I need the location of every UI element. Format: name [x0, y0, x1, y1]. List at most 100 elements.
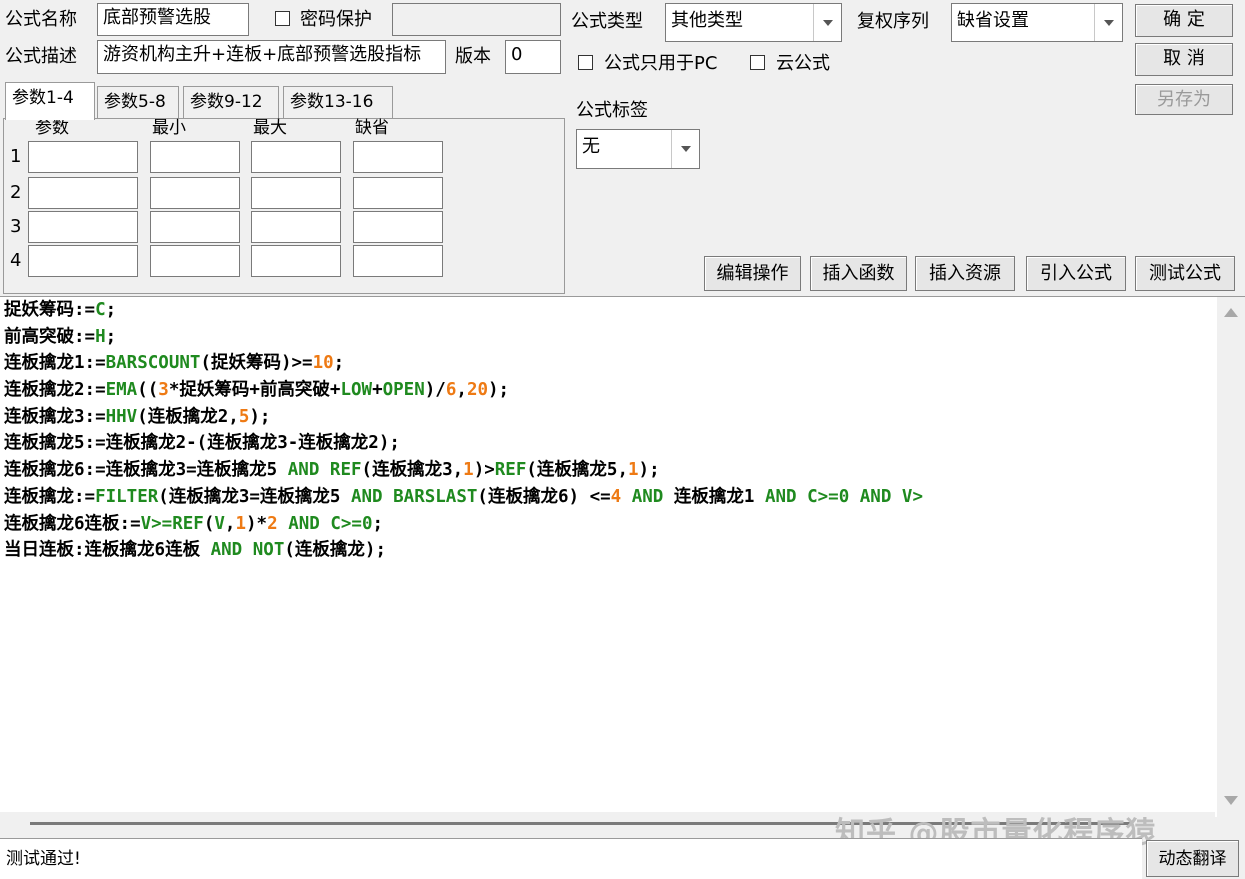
code-token: *捉妖筹码+前高突破+ [168, 380, 341, 401]
code-token: )* [246, 513, 268, 534]
code-token: AND C>=0 AND V> [764, 486, 923, 507]
param-4-min-input[interactable] [150, 245, 240, 277]
code-token: (连板擒龙); [284, 540, 386, 561]
code-token: (连板擒龙6) <= [477, 486, 611, 507]
code-line[interactable]: 连板擒龙2:=EMA((3*捉妖筹码+前高突破+LOW+OPEN)/6,20); [4, 377, 1212, 404]
formula-tag-value: 无 [582, 136, 600, 157]
param-3-name-input[interactable] [28, 211, 138, 243]
code-line[interactable]: 连板擒龙3:=HHV(连板擒龙2,5); [4, 404, 1212, 431]
password-input[interactable] [392, 3, 561, 36]
code-token: HHV [105, 406, 138, 427]
pc-only-label: 公式只用于PC [604, 53, 718, 74]
param-1-name-input[interactable] [28, 141, 138, 173]
pc-only-checkbox[interactable] [578, 55, 593, 70]
version-label: 版本 [455, 46, 491, 67]
vertical-scrollbar[interactable] [1217, 297, 1245, 817]
code-token: (连板擒龙3=连板擒龙5 [158, 486, 351, 507]
code-token: )/ [424, 380, 446, 401]
param-4-name-input[interactable] [28, 245, 138, 277]
code-token: , [456, 380, 467, 401]
code-token: 20 [466, 380, 489, 401]
tab-params-5-8[interactable]: 参数5-8 [97, 86, 179, 118]
cancel-button[interactable]: 取 消 [1135, 43, 1233, 76]
formula-name-input[interactable]: 底部预警选股 [97, 3, 249, 36]
code-token: )> [473, 460, 495, 481]
code-token: FILTER [95, 486, 159, 507]
tab-params-1-4[interactable]: 参数1-4 [5, 82, 95, 120]
code-token: ; [105, 326, 117, 347]
code-token: AND REF [287, 460, 362, 481]
dynamic-translate-button[interactable]: 动态翻译 [1146, 840, 1239, 877]
code-token: 连板擒龙:= [4, 486, 96, 507]
code-token: 1 [463, 460, 474, 481]
chevron-down-icon[interactable] [813, 4, 841, 41]
code-token: 连板擒龙6连板:= [4, 513, 141, 534]
code-line[interactable]: 连板擒龙6连板:=V>=REF(V,1)*2 AND C>=0; [4, 511, 1212, 538]
password-protect-checkbox[interactable] [275, 11, 290, 26]
formula-tag-label: 公式标签 [576, 100, 648, 121]
param-2-name-input[interactable] [28, 177, 138, 209]
code-token: 连板擒龙6:=连板擒龙3=连板擒龙5 [4, 460, 288, 481]
code-token: 10 [312, 353, 334, 374]
version-input[interactable]: 0 [505, 40, 561, 74]
scroll-down-arrow-icon[interactable] [1224, 796, 1238, 805]
code-token: ; [105, 300, 117, 320]
param-row-label: 4 [10, 250, 22, 271]
tab-params-9-12[interactable]: 参数9-12 [183, 86, 279, 118]
rights-series-value: 缺省设置 [957, 10, 1029, 31]
formula-type-select[interactable]: 其他类型 [665, 3, 842, 42]
import-formula-button[interactable]: 引入公式 [1026, 256, 1126, 291]
param-3-max-input[interactable] [251, 211, 341, 243]
param-2-min-input[interactable] [150, 177, 240, 209]
param-row-label: 3 [10, 216, 22, 237]
code-token: OPEN [382, 380, 425, 401]
param-2-default-input[interactable] [353, 177, 443, 209]
param-3-min-input[interactable] [150, 211, 240, 243]
code-token: , [224, 513, 236, 534]
cloud-formula-checkbox[interactable] [750, 55, 765, 70]
ok-button[interactable]: 确 定 [1135, 4, 1233, 37]
code-token: AND BARSLAST [350, 486, 478, 507]
scroll-up-arrow-icon[interactable] [1224, 308, 1238, 317]
rights-series-select[interactable]: 缺省设置 [951, 3, 1123, 42]
insert-resource-button[interactable]: 插入资源 [915, 256, 1015, 291]
param-2-max-input[interactable] [251, 177, 341, 209]
code-token: 1 [235, 513, 247, 534]
code-token: BARSCOUNT [105, 353, 201, 374]
code-token: 3 [158, 380, 169, 401]
code-token: LOW [340, 380, 373, 401]
code-text[interactable]: 捉妖筹码:=C; 前高突破:=H; 连板擒龙1:=BARSCOUNT(捉妖筹码)>=… [4, 297, 1212, 812]
code-line[interactable]: 捉妖筹码:=C; [4, 297, 1212, 324]
code-line[interactable]: 连板擒龙1:=BARSCOUNT(捉妖筹码)>=10; [4, 350, 1212, 377]
formula-desc-input[interactable]: 游资机构主升+连板+底部预警选股指标 [97, 40, 446, 74]
formula-tag-select[interactable]: 无 [576, 129, 700, 169]
formula-type-label: 公式类型 [571, 11, 643, 32]
code-token: 捉妖筹码:= [4, 300, 96, 320]
insert-function-button[interactable]: 插入函数 [810, 256, 907, 291]
chevron-down-icon[interactable] [1094, 4, 1122, 41]
chevron-down-icon[interactable] [671, 130, 699, 168]
code-token: 当日连板:连板擒龙6连板 [4, 540, 211, 561]
code-line[interactable]: 连板擒龙:=FILTER(连板擒龙3=连板擒龙5 AND BARSLAST(连板… [4, 484, 1212, 511]
code-token: ); [249, 406, 271, 427]
param-4-max-input[interactable] [251, 245, 341, 277]
code-line[interactable]: 前高突破:=H; [4, 324, 1212, 351]
code-editor[interactable]: 捉妖筹码:=C; 前高突破:=H; 连板擒龙1:=BARSCOUNT(捉妖筹码)>=… [0, 296, 1245, 817]
param-3-default-input[interactable] [353, 211, 443, 243]
param-1-max-input[interactable] [251, 141, 341, 173]
test-formula-button[interactable]: 测试公式 [1135, 256, 1235, 291]
tab-params-13-16[interactable]: 参数13-16 [283, 86, 393, 118]
cloud-formula-label: 云公式 [776, 53, 830, 74]
edit-ops-button[interactable]: 编辑操作 [704, 256, 801, 291]
param-4-default-input[interactable] [353, 245, 443, 277]
code-line[interactable]: 连板擒龙6:=连板擒龙3=连板擒龙5 AND REF(连板擒龙3,1)>REF(… [4, 457, 1212, 484]
param-1-min-input[interactable] [150, 141, 240, 173]
param-1-default-input[interactable] [353, 141, 443, 173]
code-token: 连板擒龙1:= [4, 353, 106, 374]
code-line[interactable]: 连板擒龙5:=连板擒龙2-(连板擒龙3-连板擒龙2); [4, 430, 1212, 457]
code-line[interactable]: 当日连板:连板擒龙6连板 AND NOT(连板擒龙); [4, 537, 1212, 564]
save-as-button[interactable]: 另存为 [1135, 84, 1233, 115]
formula-type-value: 其他类型 [671, 10, 743, 31]
